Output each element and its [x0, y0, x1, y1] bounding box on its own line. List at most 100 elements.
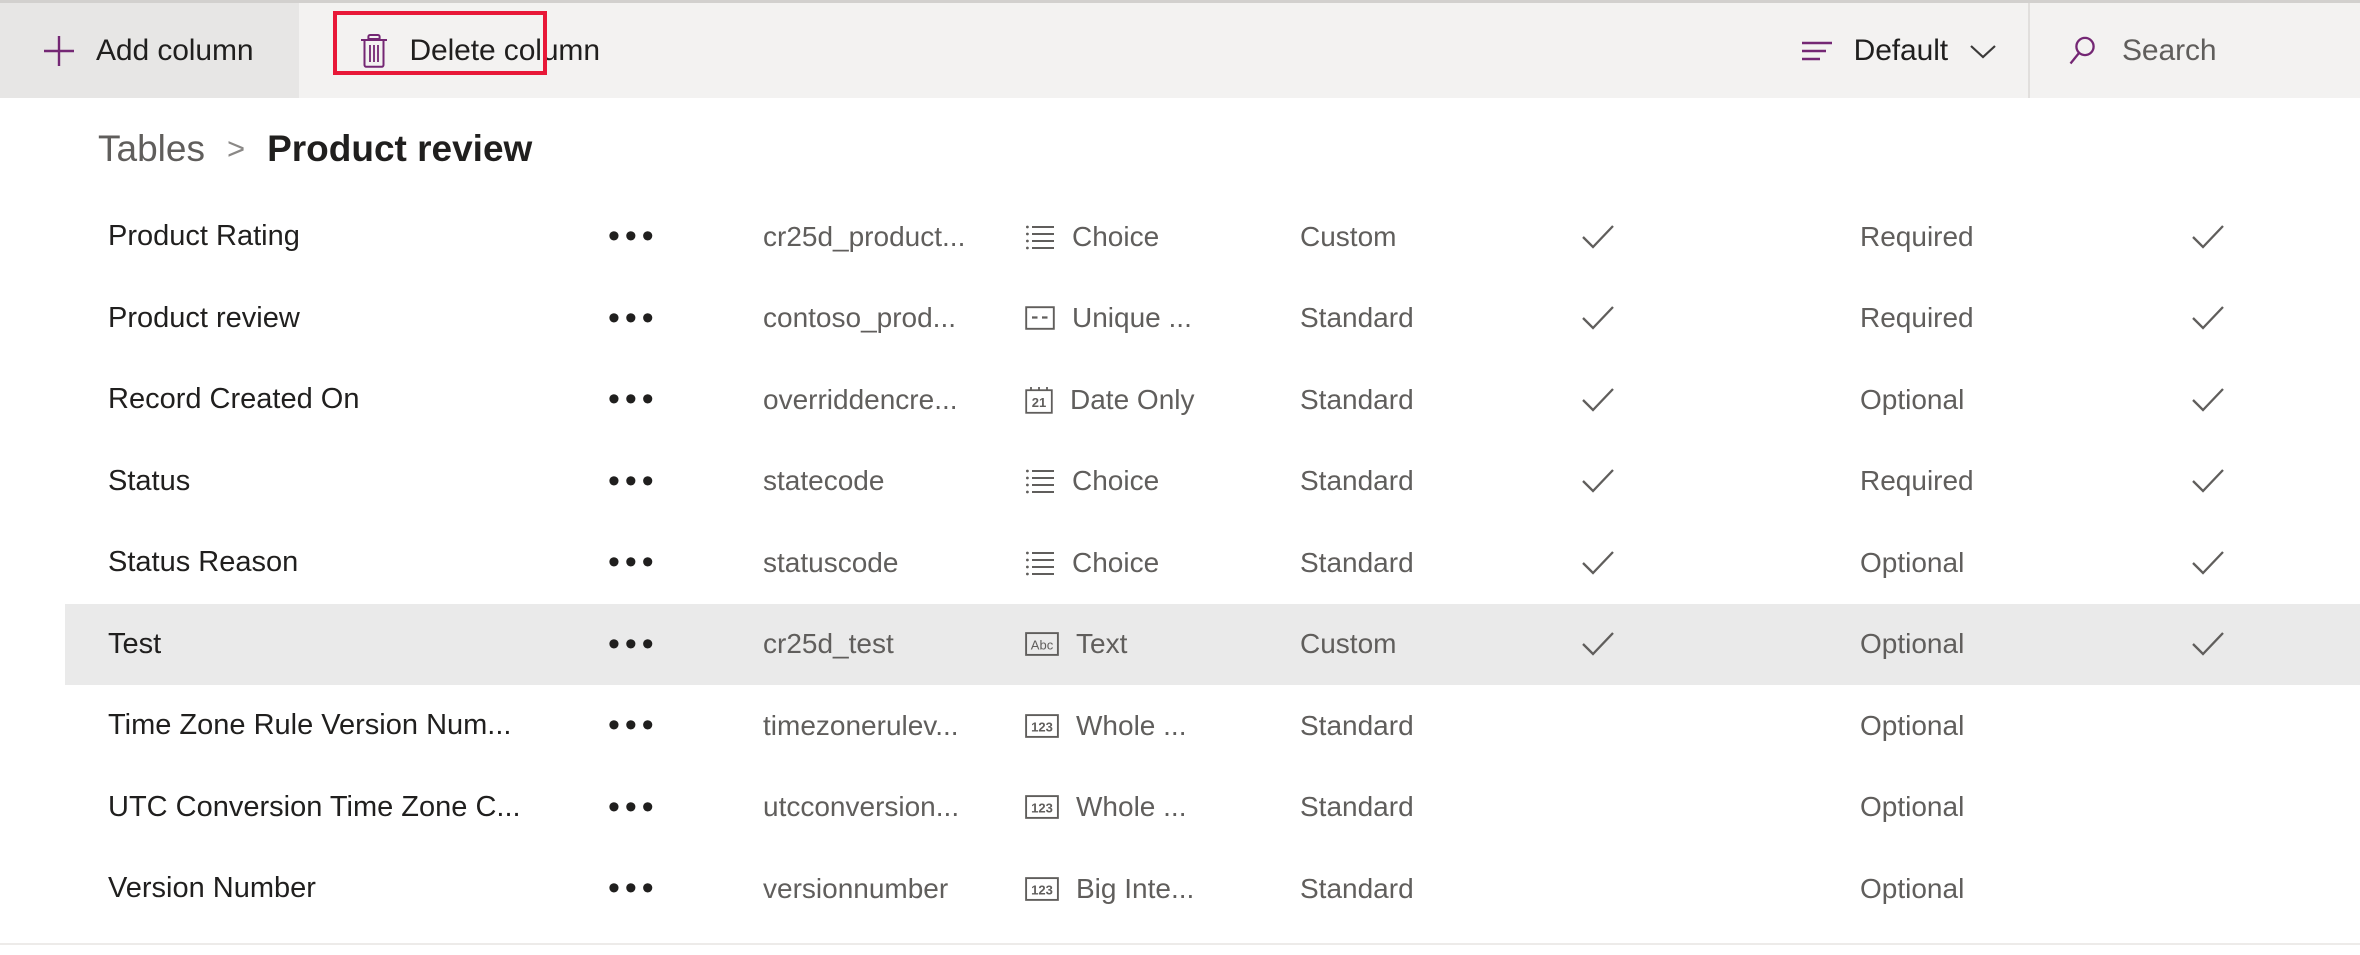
column-display-name: Test	[108, 627, 162, 660]
column-data-type: 123 Whole ...	[1000, 710, 1300, 742]
breadcrumb: Tables > Product review	[98, 128, 532, 170]
column-display-name: Status Reason	[108, 546, 299, 579]
search-icon	[2066, 34, 2100, 68]
calendar-21-icon: 21	[1025, 386, 1053, 414]
column-data-type-label: Choice	[1072, 546, 1160, 578]
column-display-name: Product Rating	[108, 220, 300, 253]
row-overflow-menu-button[interactable]: •••	[600, 706, 730, 745]
view-list-icon	[1800, 38, 1834, 64]
column-requirement: Required	[1860, 302, 1974, 334]
breadcrumb-tables-link[interactable]: Tables	[98, 128, 205, 170]
column-searchable-check	[1540, 386, 1860, 414]
delete-column-label: Delete column	[409, 33, 600, 67]
row-overflow-menu-button[interactable]: •••	[600, 462, 730, 501]
column-logical-name: timezonerulev...	[763, 709, 959, 741]
column-data-type-label: Text	[1076, 628, 1128, 660]
column-data-type: 21 Date Only	[1000, 384, 1300, 416]
column-data-type: 123 Big Inte...	[1000, 873, 1300, 905]
table-row[interactable]: Record Created On ••• overriddencre... 21 Da…	[0, 359, 2360, 441]
column-data-type: Choice	[1000, 465, 1300, 497]
search-placeholder: Search	[2122, 33, 2217, 67]
row-overflow-menu-button[interactable]: •••	[600, 625, 730, 664]
column-searchable-check	[1540, 549, 1860, 577]
column-logical-name: cr25d_test	[763, 628, 894, 660]
column-data-type: Abc Text	[1000, 628, 1300, 660]
column-data-type: Choice	[1000, 221, 1300, 253]
column-display-name: Version Number	[108, 872, 316, 905]
command-bar-right-group: Default Search	[1766, 3, 2360, 98]
column-searchable-check	[1540, 304, 1860, 332]
row-overflow-menu-button[interactable]: •••	[600, 869, 730, 908]
column-requirement: Optional	[1860, 872, 1965, 904]
column-customizable-check	[2150, 467, 2350, 495]
column-logical-name: utcconversion...	[763, 791, 960, 823]
column-customizable-check	[2150, 223, 2350, 251]
table-row[interactable]: Product Rating ••• cr25d_product... Choice C…	[0, 196, 2360, 278]
column-data-type-label: Unique ...	[1072, 302, 1192, 334]
column-requirement: Required	[1860, 220, 1974, 252]
svg-text:123: 123	[1031, 882, 1053, 897]
delete-column-button[interactable]: Delete column	[319, 3, 643, 98]
column-customizable-check	[2150, 386, 2350, 414]
breadcrumb-separator: >	[226, 131, 246, 166]
column-data-type-label: Choice	[1072, 465, 1160, 497]
column-origin: Standard	[1300, 302, 1414, 334]
column-origin: Standard	[1300, 546, 1414, 578]
add-column-button[interactable]: Add column	[0, 3, 300, 98]
column-display-name: Time Zone Rule Version Num...	[108, 709, 512, 742]
plus-icon	[40, 32, 78, 70]
column-origin: Standard	[1300, 383, 1414, 415]
chevron-down-icon	[1968, 41, 1998, 61]
column-requirement: Optional	[1860, 383, 1965, 415]
table-row[interactable]: Test ••• cr25d_test Abc Text Custom Optional	[65, 603, 2360, 685]
column-display-name: UTC Conversion Time Zone C...	[108, 790, 521, 823]
row-overflow-menu-button[interactable]: •••	[600, 788, 730, 827]
column-logical-name: cr25d_product...	[763, 220, 966, 252]
view-picker-button[interactable]: Default	[1766, 3, 2028, 98]
table-row[interactable]: UTC Conversion Time Zone C... ••• utcconve…	[0, 767, 2360, 849]
choice-list-icon	[1025, 549, 1055, 577]
table-row[interactable]: Version Number ••• versionnumber 123 Big Int…	[0, 848, 2360, 930]
column-origin: Standard	[1300, 872, 1414, 904]
row-overflow-menu-button[interactable]: •••	[600, 380, 730, 419]
column-origin: Standard	[1300, 791, 1414, 823]
column-logical-name: statuscode	[763, 546, 899, 578]
table-row[interactable]: Status ••• statecode Choice Standard Required	[0, 441, 2360, 523]
row-overflow-menu-button[interactable]: •••	[600, 299, 730, 338]
column-requirement: Optional	[1860, 628, 1965, 660]
column-data-type: Choice	[1000, 547, 1300, 579]
column-logical-name: contoso_prod...	[763, 302, 957, 334]
table-row[interactable]: Status Reason ••• statuscode Choice Standard…	[0, 522, 2360, 604]
column-data-type-label: Choice	[1072, 220, 1160, 252]
row-overflow-menu-button[interactable]: •••	[600, 543, 730, 582]
column-origin: Custom	[1300, 628, 1397, 660]
number-123-icon: 123	[1025, 876, 1059, 901]
column-searchable-check	[1540, 467, 1860, 495]
unique-identifier-icon	[1025, 306, 1055, 331]
column-display-name: Record Created On	[108, 383, 360, 416]
table-row[interactable]: Time Zone Rule Version Num... ••• timezone…	[0, 685, 2360, 767]
column-display-name: Product review	[108, 301, 300, 334]
number-123-icon: 123	[1025, 713, 1059, 738]
column-customizable-check	[2150, 549, 2350, 577]
column-data-type-label: Big Inte...	[1076, 872, 1195, 904]
column-data-type: 123 Whole ...	[1000, 791, 1300, 823]
abc-text-icon: Abc	[1025, 632, 1059, 657]
table-row[interactable]: Product review ••• contoso_prod... Unique .…	[0, 278, 2360, 360]
column-origin: Standard	[1300, 709, 1414, 741]
choice-list-icon	[1025, 223, 1055, 251]
column-requirement: Optional	[1860, 546, 1965, 578]
column-data-type: Unique ...	[1000, 302, 1300, 334]
command-bar: Add column Delete column Default Search	[0, 3, 2360, 98]
columns-grid: Product Rating ••• cr25d_product... Choice C…	[0, 196, 2360, 945]
column-searchable-check	[1540, 630, 1860, 658]
page-title: Product review	[267, 128, 533, 169]
column-requirement: Optional	[1860, 709, 1965, 741]
row-overflow-menu-button[interactable]: •••	[600, 217, 730, 256]
column-data-type-label: Whole ...	[1076, 791, 1187, 823]
column-data-type-label: Date Only	[1070, 383, 1195, 415]
column-display-name: Status	[108, 464, 191, 497]
column-logical-name: versionnumber	[763, 872, 949, 904]
trash-icon	[357, 32, 391, 70]
search-input[interactable]: Search	[2030, 3, 2360, 98]
